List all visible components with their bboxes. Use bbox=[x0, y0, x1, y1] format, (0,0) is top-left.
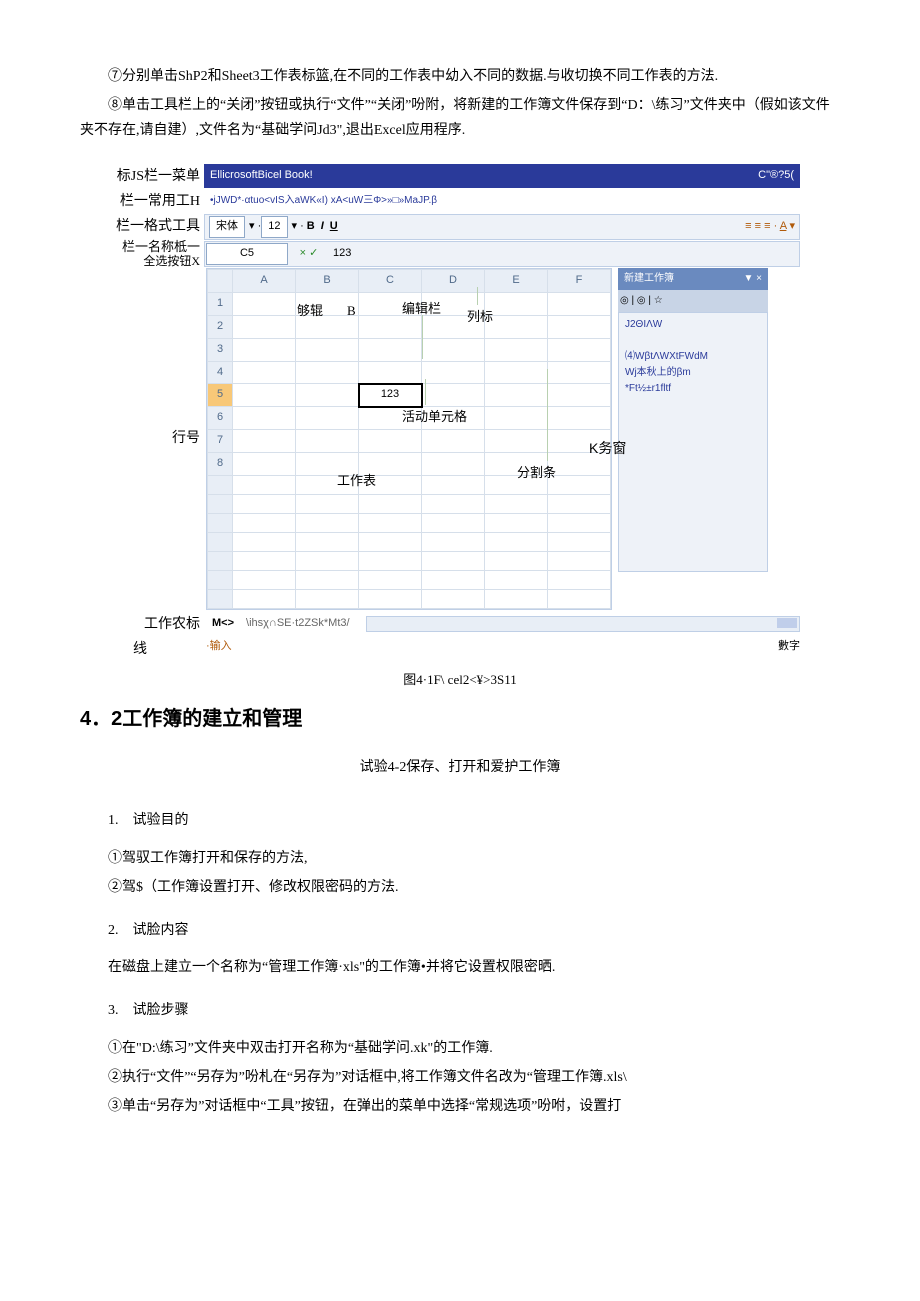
label-rownum: 行号 bbox=[80, 268, 206, 609]
sheet-tabs[interactable]: \ihsχ∩SE·t2ZSk*Mt3/ bbox=[240, 614, 356, 634]
col-header[interactable]: A bbox=[233, 270, 296, 293]
col-header[interactable]: E bbox=[485, 270, 548, 293]
label-format-toolbar: 栏一格式工具 bbox=[80, 214, 204, 239]
tp-line[interactable]: Wj本秋上的βm bbox=[625, 365, 761, 381]
hscrollbar[interactable] bbox=[366, 616, 800, 632]
intro-paragraph-7: ⑦分别单击ShP2和Sheet3工作表标篮,在不同的工作表中幼入不同的数据.与收… bbox=[80, 64, 840, 89]
tp-line[interactable]: J2ΘIΛW bbox=[625, 317, 761, 333]
active-cell[interactable]: 123 bbox=[359, 384, 422, 407]
row-header[interactable]: 3 bbox=[208, 338, 233, 361]
row-header[interactable]: 6 bbox=[208, 407, 233, 430]
item-3-p2: ②执行“文件”“另存为”吩札在“另存为”对话框中,将工作簿文件名改为“管理工作簿… bbox=[80, 1065, 840, 1090]
formula-bar[interactable]: C5 × ✓ 123 bbox=[204, 241, 800, 267]
item-2-p1: 在磁盘上建立一个名称为“管理工作簿·xls"的工作簿•并将它设置权限密晒. bbox=[80, 955, 840, 980]
item-2-heading: 2. 试脸内容 bbox=[108, 918, 840, 943]
formula-value[interactable]: 123 bbox=[329, 244, 799, 264]
item-1-p1: ①驾驭工作簿打开和保存的方法, bbox=[80, 846, 840, 871]
excel-screenshot: 标JS栏一菜单 EllicrosoftBicel Book! C"®?5( 栏一… bbox=[80, 164, 800, 662]
row-header[interactable]: 4 bbox=[208, 361, 233, 384]
annot-taskpane: K务窗 bbox=[589, 437, 725, 459]
col-header[interactable]: C bbox=[359, 270, 422, 293]
row-header-active[interactable]: 5 bbox=[208, 384, 233, 407]
label-namebox: 栏一名称柢一 全选按钮X bbox=[80, 240, 204, 269]
item-3-p3: ③单击“另存为”对话框中“工具”按钮，在弹出的菜单中选择“常规选项”吩咐，设置打 bbox=[80, 1094, 840, 1119]
figure-caption: 图4·1F\ cel2<¥>3S11 bbox=[80, 668, 840, 691]
titlebar-right: C"®?5( bbox=[758, 166, 794, 186]
task-pane-toolbar[interactable]: ◎ | ◎ | ☆ bbox=[618, 290, 768, 312]
row-header[interactable]: 7 bbox=[208, 429, 233, 452]
label-sheet-tab: 工作农标 bbox=[80, 612, 206, 637]
annot-collabel: 列标 bbox=[467, 305, 493, 328]
status-text: ·输入 bbox=[200, 637, 232, 662]
item-3-p1: ①在"D:\练习”文件夹中双击打开名称为“基础学问.xk"的工作簿. bbox=[80, 1036, 840, 1061]
tp-line[interactable]: *Ft½±r1fltf bbox=[625, 381, 761, 397]
row-header[interactable]: 2 bbox=[208, 315, 233, 338]
row-header[interactable]: 8 bbox=[208, 452, 233, 475]
col-header[interactable]: F bbox=[548, 270, 611, 293]
label-menubar: 栏一常用工H bbox=[80, 189, 204, 214]
item-3-heading: 3. 试脸步骤 bbox=[108, 998, 840, 1023]
annot-worksheet: 工作表 bbox=[337, 469, 376, 492]
italic-button[interactable]: I bbox=[321, 217, 324, 237]
item-1-heading: 1. 试验目的 bbox=[108, 808, 840, 833]
titlebar: EllicrosoftBicel Book! C"®?5( bbox=[204, 164, 800, 188]
annot-gouku: 够辊 bbox=[297, 299, 323, 322]
underline-button[interactable]: U bbox=[330, 217, 338, 237]
col-header[interactable]: B bbox=[296, 270, 359, 293]
select-all-corner[interactable] bbox=[208, 270, 233, 293]
task-pane-title: 新建工作簿 bbox=[624, 270, 674, 288]
task-pane-header[interactable]: 新建工作簿 ▼ × bbox=[618, 268, 768, 290]
task-pane-body: J2ΘIΛW ⑷WβtΛWXtFWdM Wj本秋上的βm *Ft½±r1fltf… bbox=[618, 312, 768, 572]
name-box[interactable]: C5 bbox=[206, 243, 288, 265]
intro-paragraph-8: ⑧单击工具栏上的“关闭”按钮或执行“文件”“关闭”吩附，将新建的工作簿文件保存到… bbox=[80, 93, 840, 143]
format-toolbar[interactable]: 宋体 ▾ · 12 ▾ · B I U ≡ ≡ ≡ · A ▾ bbox=[204, 214, 800, 240]
bold-button[interactable]: B bbox=[307, 217, 315, 237]
menubar[interactable]: •jJWD*·αtuo<vIS入aWK«I) xA<uW三Φ>»□»MaJP.β bbox=[204, 190, 800, 212]
col-header[interactable]: D bbox=[422, 270, 485, 293]
annot-splitter: 分割条 bbox=[517, 461, 556, 484]
worksheet-grid[interactable]: A B C D E F 1 2 3 4 5 123 6 7 8 bbox=[206, 268, 612, 609]
label-titlebar: 标JS栏一菜单 bbox=[80, 164, 204, 189]
item-1-p2: ②驾$（工作簿设置打开、修改权限密码的方法. bbox=[80, 875, 840, 900]
tp-line[interactable]: ⑷WβtΛWXtFWdM bbox=[625, 349, 761, 365]
annot-colB: B bbox=[347, 299, 356, 322]
annot-activecell: 活动单元格 bbox=[402, 405, 467, 428]
titlebar-text: EllicrosoftBicel Book! bbox=[210, 166, 313, 186]
sheet-nav[interactable]: M<> bbox=[206, 614, 240, 634]
label-sheet-tab2: 线 bbox=[80, 637, 200, 662]
task-pane-close-icon[interactable]: ▼ × bbox=[743, 270, 762, 288]
fx-icons[interactable]: × ✓ bbox=[289, 244, 329, 264]
row-header[interactable]: 1 bbox=[208, 293, 233, 316]
task-pane[interactable]: 新建工作簿 ▼ × ◎ | ◎ | ☆ J2ΘIΛW ⑷WβtΛWXtFWdM … bbox=[618, 268, 768, 609]
font-selector[interactable]: 宋体 bbox=[209, 216, 245, 238]
experiment-title: 试验4-2保存、打开和爱护工作簿 bbox=[80, 755, 840, 780]
num-indicator: 數字 bbox=[778, 637, 800, 662]
section-heading-4-2: 4．2工作簿的建立和管理 bbox=[80, 701, 840, 737]
size-selector[interactable]: 12 bbox=[261, 216, 287, 238]
